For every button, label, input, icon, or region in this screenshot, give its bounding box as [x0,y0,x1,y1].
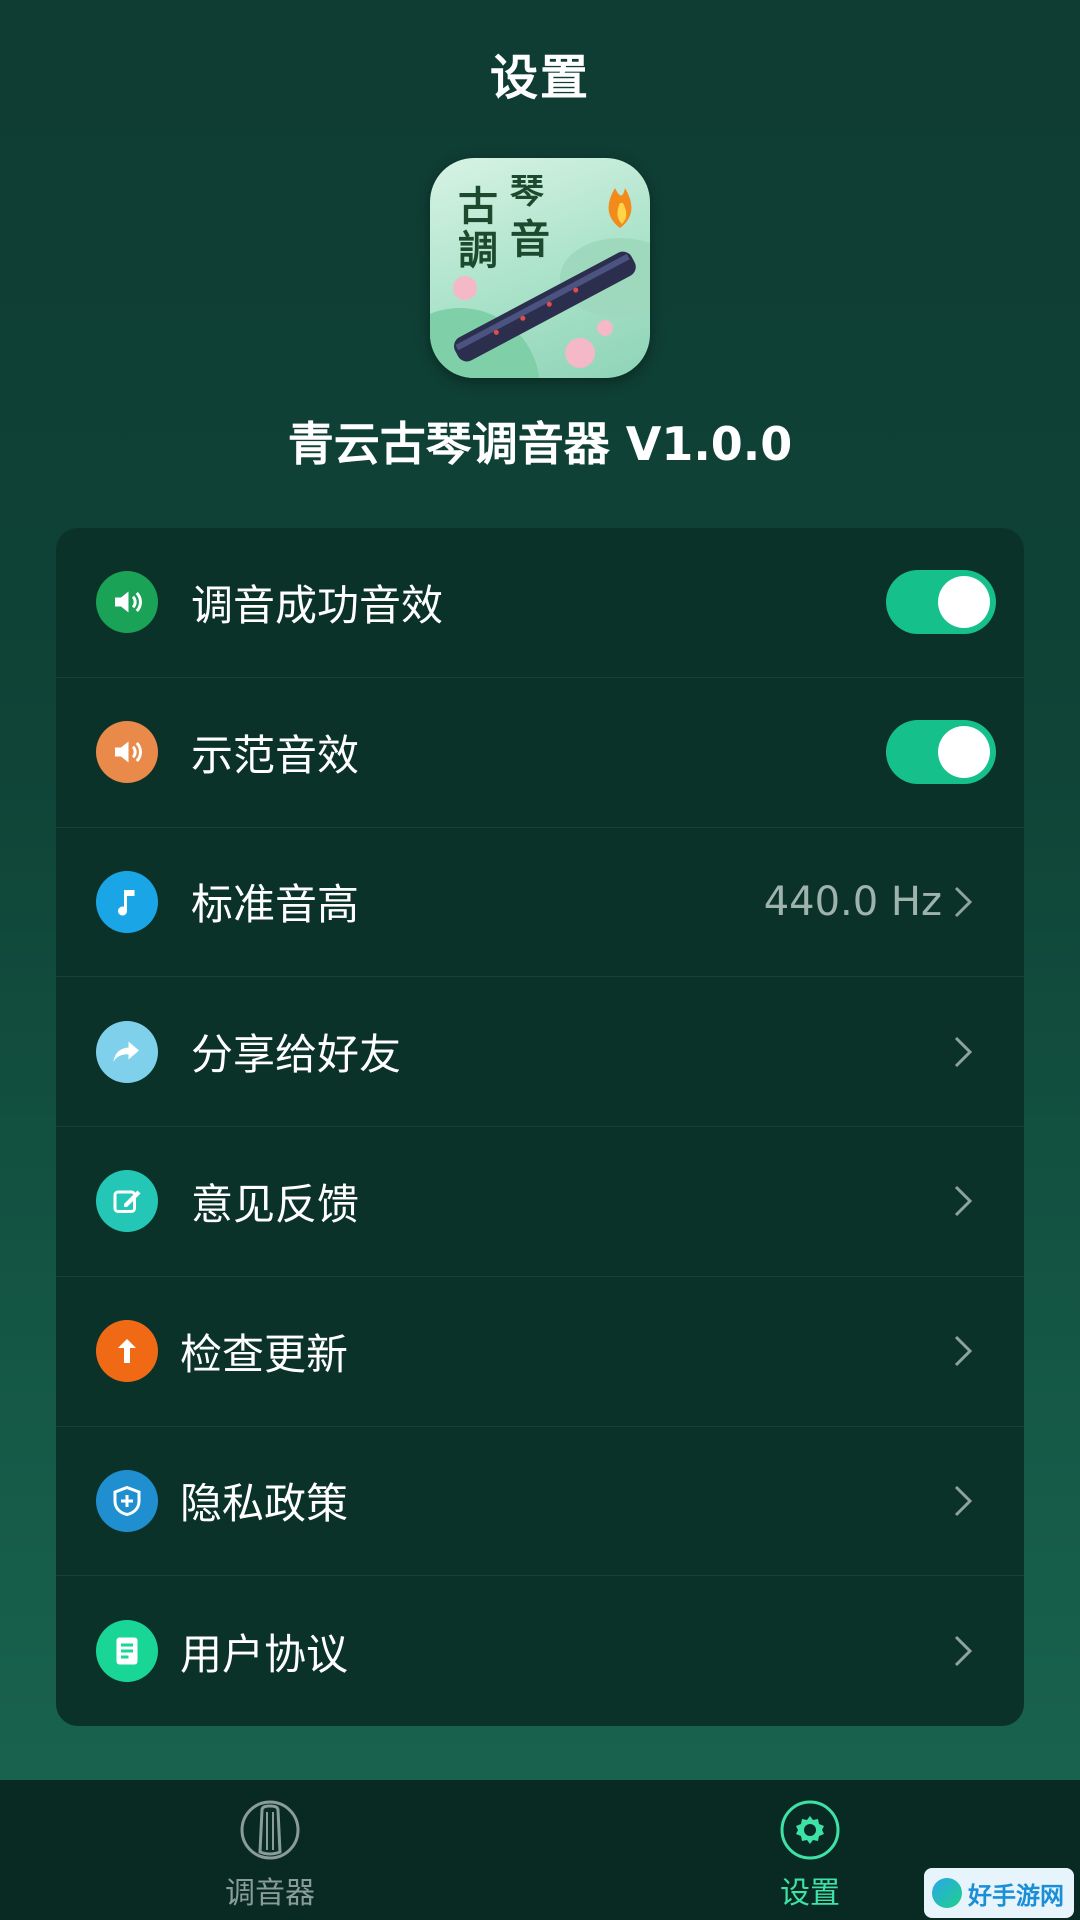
tuning-success-sound-toggle[interactable] [886,570,996,635]
app-icon-text: 音 [510,216,550,263]
app-icon-text: 古 [458,183,498,230]
chevron-right-icon [954,1336,973,1367]
watermark-logo-icon [932,1878,962,1908]
chevron-right-icon [954,1636,973,1667]
setting-row-feedback[interactable]: 意见反馈 [56,1127,1024,1277]
setting-label: 标准音高 [191,880,360,930]
setting-label: 隐私政策 [180,1479,349,1529]
bottom-tab-bar: 调音器 设置 [0,1780,1080,1920]
setting-row-check-update[interactable]: 检查更新 [56,1277,1024,1427]
app-icon: 古 琴 調 音 [430,158,650,378]
arrow-up-icon [96,1320,158,1383]
demo-sound-toggle[interactable] [886,720,996,785]
standard-pitch-value: 440.0 Hz [763,878,942,925]
app-icon-text: 調 [458,227,498,274]
setting-row-share[interactable]: 分享给好友 [56,977,1024,1127]
chevron-right-icon [954,886,973,917]
page-title: 设置 [489,50,590,106]
watermark: 好手游网 [924,1868,1074,1918]
setting-row-standard-pitch[interactable]: 标准音高 440.0 Hz [56,828,1024,978]
speaker-icon [96,721,158,784]
setting-label: 检查更新 [180,1329,349,1379]
chevron-right-icon [954,1485,973,1516]
chevron-right-icon [954,1186,973,1217]
setting-row-tuning-success-sound[interactable]: 调音成功音效 [56,528,1024,678]
setting-row-user-agreement[interactable]: 用户协议 [56,1576,1024,1726]
setting-label: 示范音效 [191,730,360,780]
setting-label: 意见反馈 [191,1179,360,1229]
document-icon [96,1620,158,1683]
app-icon-text: 琴 [510,172,544,212]
tab-settings[interactable]: 设置 [710,1798,910,1912]
guqin-icon [240,1800,300,1860]
setting-label: 用户协议 [180,1629,349,1679]
settings-card: 调音成功音效 示范音效 标准音高 440.0 Hz 分享给好友 意见反馈 检查更… [56,528,1024,1726]
setting-row-privacy-policy[interactable]: 隐私政策 [56,1427,1024,1577]
speaker-icon [96,571,158,634]
chevron-right-icon [954,1036,973,1067]
setting-label: 调音成功音效 [191,580,444,630]
tab-label: 设置 [780,1876,840,1911]
gear-icon [780,1800,840,1860]
app-name: 青云古琴调音器 V1.0.0 [287,417,793,471]
share-icon [96,1020,158,1083]
watermark-text: 好手游网 [968,1881,1064,1910]
edit-icon [96,1170,158,1233]
tab-tuner[interactable]: 调音器 [170,1798,370,1912]
shield-icon [96,1469,158,1532]
music-note-icon [96,870,158,933]
tab-label: 调音器 [225,1876,315,1911]
setting-row-demo-sound[interactable]: 示范音效 [56,678,1024,828]
setting-label: 分享给好友 [191,1030,402,1080]
